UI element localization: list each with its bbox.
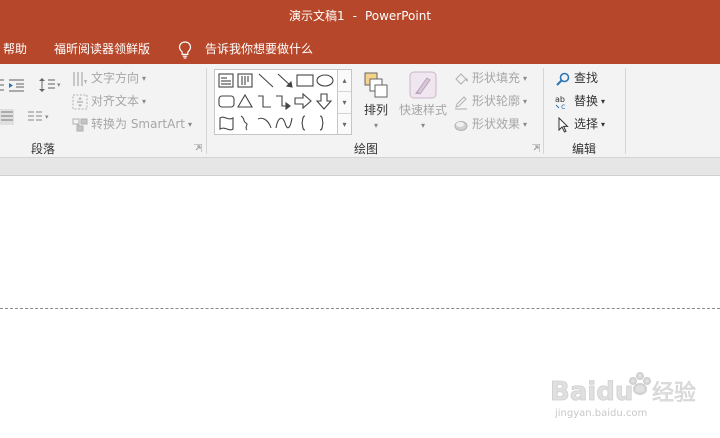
arrow-line-shape-icon[interactable] [277, 73, 293, 88]
right-arrow-shape-icon[interactable] [294, 92, 312, 110]
shape-effects-label: 形状效果 [472, 117, 521, 131]
scroll-down-icon[interactable]: ▾ [338, 92, 351, 114]
group-separator [625, 68, 626, 154]
svg-text:▾: ▾ [57, 81, 61, 89]
arrange-button[interactable]: 排列 ▾ [360, 70, 392, 132]
quick-styles-icon [409, 71, 437, 99]
group-separator [543, 68, 544, 154]
group-label-drawing: 绘图 [354, 142, 379, 156]
text-direction-button[interactable]: 文字方向 ▾ [72, 69, 146, 87]
chevron-down-icon: ▾ [187, 119, 192, 129]
app-name: PowerPoint [364, 9, 432, 23]
text-box-icon[interactable] [218, 73, 234, 88]
chevron-down-icon: ▾ [601, 96, 606, 106]
title-separator: - [352, 9, 357, 23]
justify-icon[interactable] [0, 109, 14, 125]
triangle-shape-icon[interactable] [237, 93, 253, 108]
baidu-jingyan-watermark: Baidu 经验 [550, 372, 696, 407]
svg-text:▾: ▾ [45, 113, 49, 121]
chevron-down-icon: ▾ [142, 96, 147, 106]
tab-help[interactable]: 帮助 [3, 40, 27, 57]
indent-icon[interactable] [0, 77, 26, 93]
shape-outline-button[interactable]: 形状轮廓 ▾ [453, 92, 527, 110]
paint-bucket-icon [455, 72, 468, 85]
lightbulb-icon [178, 41, 192, 59]
vertical-text-box-icon[interactable] [237, 73, 253, 88]
slide-placeholder-border[interactable] [0, 308, 720, 309]
text-direction-icon [73, 71, 87, 86]
oval-shape-icon[interactable] [316, 74, 334, 87]
replace-icon: abc [555, 95, 565, 110]
svg-text:c: c [561, 102, 565, 110]
rectangle-shape-icon[interactable] [296, 74, 314, 87]
elbow-connector-icon[interactable] [258, 95, 271, 108]
pen-icon [455, 95, 467, 110]
drawing-dialog-launcher-icon[interactable] [532, 144, 540, 152]
title-bar: 演示文稿1- PowerPoint [0, 0, 720, 32]
align-text-label: 对齐文本 [91, 94, 140, 108]
chevron-down-icon: ▾ [523, 119, 528, 129]
wave-shape-icon[interactable] [219, 116, 234, 131]
shape-fill-button[interactable]: 形状填充 ▾ [453, 69, 527, 87]
chevron-down-icon: ▾ [420, 121, 425, 130]
convert-smartart-button[interactable]: 转换为 SmartArt ▾ [72, 115, 192, 133]
shape-effects-button[interactable]: 形状效果 ▾ [453, 115, 527, 133]
shapes-gallery[interactable] [214, 69, 338, 135]
tab-foxit-reader[interactable]: 福昕阅读器领鲜版 [54, 40, 150, 57]
align-text-button[interactable]: 对齐文本 ▾ [72, 92, 146, 110]
rounded-rectangle-shape-icon[interactable] [218, 95, 235, 108]
ribbon: ▾ ▾ 文字方向 ▾ 对齐文本 ▾ 转换为 SmartArt ▾ 段落 ▴ ▾ … [0, 64, 720, 158]
left-brace-shape-icon[interactable] [301, 115, 306, 131]
paragraph-dialog-launcher-icon[interactable] [194, 144, 202, 152]
shape-outline-label: 形状轮廓 [472, 94, 521, 108]
elbow-arrow-connector-icon[interactable] [276, 95, 291, 111]
scroll-up-icon[interactable]: ▴ [338, 70, 351, 92]
group-label-paragraph: 段落 [31, 142, 56, 156]
arrange-label: 排列 [363, 103, 388, 117]
cursor-arrow-icon [558, 116, 569, 133]
gallery-more-icon[interactable]: ▾ [338, 114, 351, 136]
chevron-down-icon: ▾ [523, 96, 528, 106]
convert-smartart-label: 转换为 SmartArt [91, 117, 185, 131]
line-shape-icon[interactable] [258, 73, 274, 88]
document-name: 演示文稿1 [288, 9, 345, 23]
arrange-icon [364, 72, 388, 98]
down-arrow-shape-icon[interactable] [315, 93, 333, 110]
chevron-down-icon: ▾ [523, 73, 528, 83]
right-brace-shape-icon[interactable] [319, 115, 324, 131]
shapes-gallery-grid [218, 73, 334, 131]
quick-styles-button[interactable]: 快速样式 ▾ [396, 70, 450, 132]
group-separator [206, 68, 207, 154]
ribbon-bottom-strip [0, 158, 720, 176]
arc-shape-icon[interactable] [257, 117, 272, 129]
align-text-icon [72, 94, 88, 109]
watermark-url: jingyan.baidu.com [555, 408, 648, 419]
quick-styles-label: 快速样式 [398, 103, 447, 117]
shape-fill-label: 形状填充 [472, 71, 521, 85]
replace-label: 替换 [574, 94, 599, 108]
curve-shape-icon[interactable] [275, 117, 293, 129]
shapes-gallery-scrollbar[interactable]: ▴ ▾ ▾ [338, 69, 352, 135]
shape-effects-icon [454, 120, 468, 131]
window-title: 演示文稿1- PowerPoint [0, 7, 720, 24]
line-spacing-icon[interactable]: ▾ [39, 77, 63, 93]
text-direction-label: 文字方向 [91, 71, 140, 85]
replace-button[interactable]: ab c 替换 ▾ [555, 92, 605, 110]
tell-me-search[interactable]: 告诉我你想要做什么 [205, 40, 313, 57]
columns-icon[interactable]: ▾ [28, 110, 54, 124]
search-icon [556, 72, 570, 86]
watermark-brand: Baidu [550, 377, 633, 407]
smartart-icon [72, 118, 88, 131]
chevron-down-icon: ▾ [601, 119, 606, 129]
select-button[interactable]: 选择 ▾ [555, 115, 605, 133]
group-label-editing: 编辑 [572, 142, 597, 156]
select-label: 选择 [574, 117, 599, 131]
find-label: 查找 [574, 71, 599, 85]
chevron-down-icon: ▾ [373, 121, 378, 130]
freeform-shape-icon[interactable] [240, 115, 248, 131]
find-button[interactable]: 查找 [555, 69, 598, 87]
chevron-down-icon: ▾ [142, 73, 147, 83]
watermark-brand-cn: 经验 [652, 381, 696, 406]
ribbon-tabs: 帮助 福昕阅读器领鲜版 告诉我你想要做什么 [0, 32, 720, 64]
